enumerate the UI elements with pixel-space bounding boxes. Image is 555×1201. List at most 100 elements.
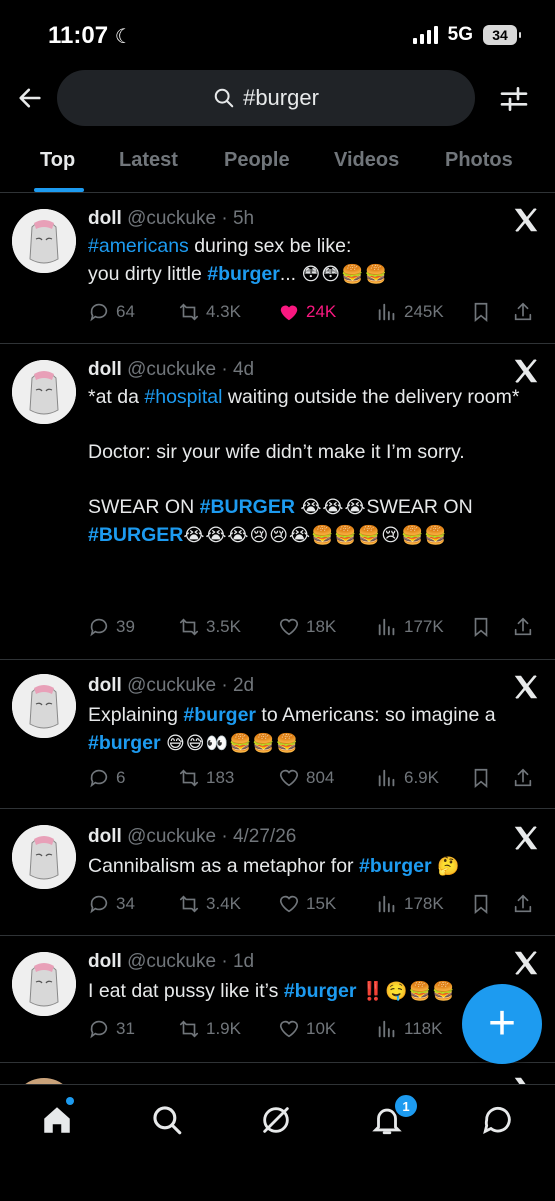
like-button[interactable]: 15K — [278, 893, 336, 915]
tab-latest[interactable]: Latest — [119, 149, 178, 172]
explore-search-icon[interactable] — [150, 1103, 184, 1137]
next-tweet-partial — [0, 1064, 555, 1084]
retweet-button[interactable]: 4.3K — [178, 301, 241, 323]
hashtag-link[interactable]: #burger — [359, 855, 432, 877]
hashtag-link[interactable]: #BURGER — [200, 496, 295, 518]
retweet-button[interactable]: 183 — [178, 767, 234, 789]
tab-videos[interactable]: Videos — [334, 149, 399, 172]
tweet-header: doll @cuckuke · 5h — [88, 208, 255, 229]
tweet-card[interactable]: doll @cuckuke · 4/27/26 Cannibalism as a… — [0, 809, 555, 936]
bookmark-button[interactable] — [470, 767, 492, 789]
views-button[interactable]: 177K — [376, 616, 444, 638]
retweet-icon — [179, 769, 199, 787]
author-name[interactable]: doll — [88, 826, 122, 847]
status-indicators: 5G 34 — [412, 24, 521, 46]
emoji-text: 🤔 — [437, 856, 461, 876]
back-arrow-icon[interactable] — [16, 84, 44, 112]
author-name[interactable]: doll — [88, 951, 122, 972]
reply-button[interactable]: 39 — [88, 616, 135, 638]
signal-icon — [412, 26, 438, 44]
retweet-button[interactable]: 1.9K — [178, 1018, 241, 1040]
tab-top[interactable]: Top — [40, 149, 75, 172]
reply-button[interactable]: 34 — [88, 893, 135, 915]
tweet-actions: 39 3.5K 18K 177K — [88, 616, 543, 642]
filter-settings-icon[interactable] — [498, 83, 530, 115]
heart-icon — [279, 895, 299, 913]
retweet-icon — [179, 303, 199, 321]
hashtag-link[interactable]: #BURGER — [88, 524, 183, 546]
x-logo-icon — [514, 826, 538, 850]
tweet-card[interactable]: doll @cuckuke · 5h #americans during sex… — [0, 193, 555, 344]
home-icon[interactable] — [40, 1103, 74, 1137]
avatar[interactable] — [12, 825, 76, 889]
share-button[interactable] — [512, 893, 534, 915]
tweet-time: 2d — [232, 675, 255, 696]
tab-photos[interactable]: Photos — [445, 149, 513, 172]
plus-icon: + — [487, 997, 517, 1050]
share-button[interactable] — [512, 301, 534, 323]
network-label: 5G — [447, 24, 473, 45]
retweet-button[interactable]: 3.5K — [178, 616, 241, 638]
tweet-actions: 34 3.4K 15K 178K — [88, 893, 543, 919]
search-input[interactable]: #burger — [57, 70, 475, 126]
hashtag-link[interactable]: #americans — [88, 235, 189, 257]
views-button[interactable]: 118K — [376, 1018, 442, 1040]
tab-people[interactable]: People — [224, 149, 290, 172]
share-icon — [514, 302, 532, 321]
x-logo-icon — [514, 1077, 526, 1084]
like-button[interactable]: 804 — [278, 767, 334, 789]
tweet-header: doll @cuckuke · 4d — [88, 359, 255, 380]
bookmark-button[interactable] — [470, 893, 492, 915]
x-logo-icon — [514, 951, 538, 975]
tweet-text: #americans during sex be like: you dirty… — [88, 235, 388, 285]
author-name[interactable]: doll — [88, 675, 122, 696]
avatar[interactable] — [12, 209, 76, 273]
search-query: #burger — [243, 85, 319, 110]
retweet-button[interactable]: 3.4K — [178, 893, 241, 915]
hashtag-link[interactable]: #burger — [88, 732, 161, 754]
reply-button[interactable]: 6 — [88, 767, 125, 789]
bookmark-icon — [474, 302, 488, 323]
analytics-icon — [378, 618, 395, 636]
avatar[interactable] — [12, 360, 76, 424]
author-handle: @cuckuke — [127, 359, 217, 380]
author-name[interactable]: doll — [88, 208, 122, 229]
compose-post-button[interactable]: + — [462, 984, 542, 1064]
share-icon — [514, 768, 532, 787]
bookmark-button[interactable] — [470, 301, 492, 323]
reply-button[interactable]: 31 — [88, 1018, 135, 1040]
bookmark-button[interactable] — [470, 616, 492, 638]
hashtag-link[interactable]: #burger — [207, 263, 280, 285]
bookmark-icon — [474, 768, 488, 789]
author-name[interactable]: doll — [88, 359, 122, 380]
tweet-card[interactable]: doll @cuckuke · 4d *at da #hospital wait… — [0, 344, 555, 660]
analytics-icon — [378, 303, 395, 321]
x-logo-icon — [514, 359, 538, 383]
active-tab-indicator — [34, 188, 84, 192]
views-button[interactable]: 245K — [376, 301, 444, 323]
hashtag-link[interactable]: #burger — [183, 704, 256, 726]
like-button[interactable]: 24K — [278, 301, 336, 323]
bookmark-icon — [474, 894, 488, 915]
messages-icon[interactable] — [481, 1103, 515, 1137]
heart-icon — [279, 1020, 299, 1038]
hashtag-link[interactable]: #hospital — [144, 386, 222, 408]
grok-icon[interactable] — [259, 1103, 293, 1137]
avatar[interactable] — [12, 674, 76, 738]
analytics-icon — [378, 769, 395, 787]
tweet-actions: 6 183 804 6.9K — [88, 767, 543, 793]
share-icon — [514, 617, 532, 636]
hashtag-link[interactable]: #burger — [284, 980, 357, 1002]
x-logo-icon — [514, 675, 538, 699]
views-button[interactable]: 178K — [376, 893, 444, 915]
share-button[interactable] — [512, 616, 534, 638]
reply-button[interactable]: 64 — [88, 301, 135, 323]
like-button[interactable]: 10K — [278, 1018, 336, 1040]
avatar[interactable] — [12, 952, 76, 1016]
share-button[interactable] — [512, 767, 534, 789]
like-button[interactable]: 18K — [278, 616, 336, 638]
tweet-card[interactable]: doll @cuckuke · 2d Explaining #burger to… — [0, 660, 555, 809]
author-handle: @cuckuke — [127, 208, 217, 229]
views-button[interactable]: 6.9K — [376, 767, 439, 789]
tweet-text: I eat dat pussy like it’s #burger ‼️🤤🍔🍔 — [88, 980, 456, 1002]
